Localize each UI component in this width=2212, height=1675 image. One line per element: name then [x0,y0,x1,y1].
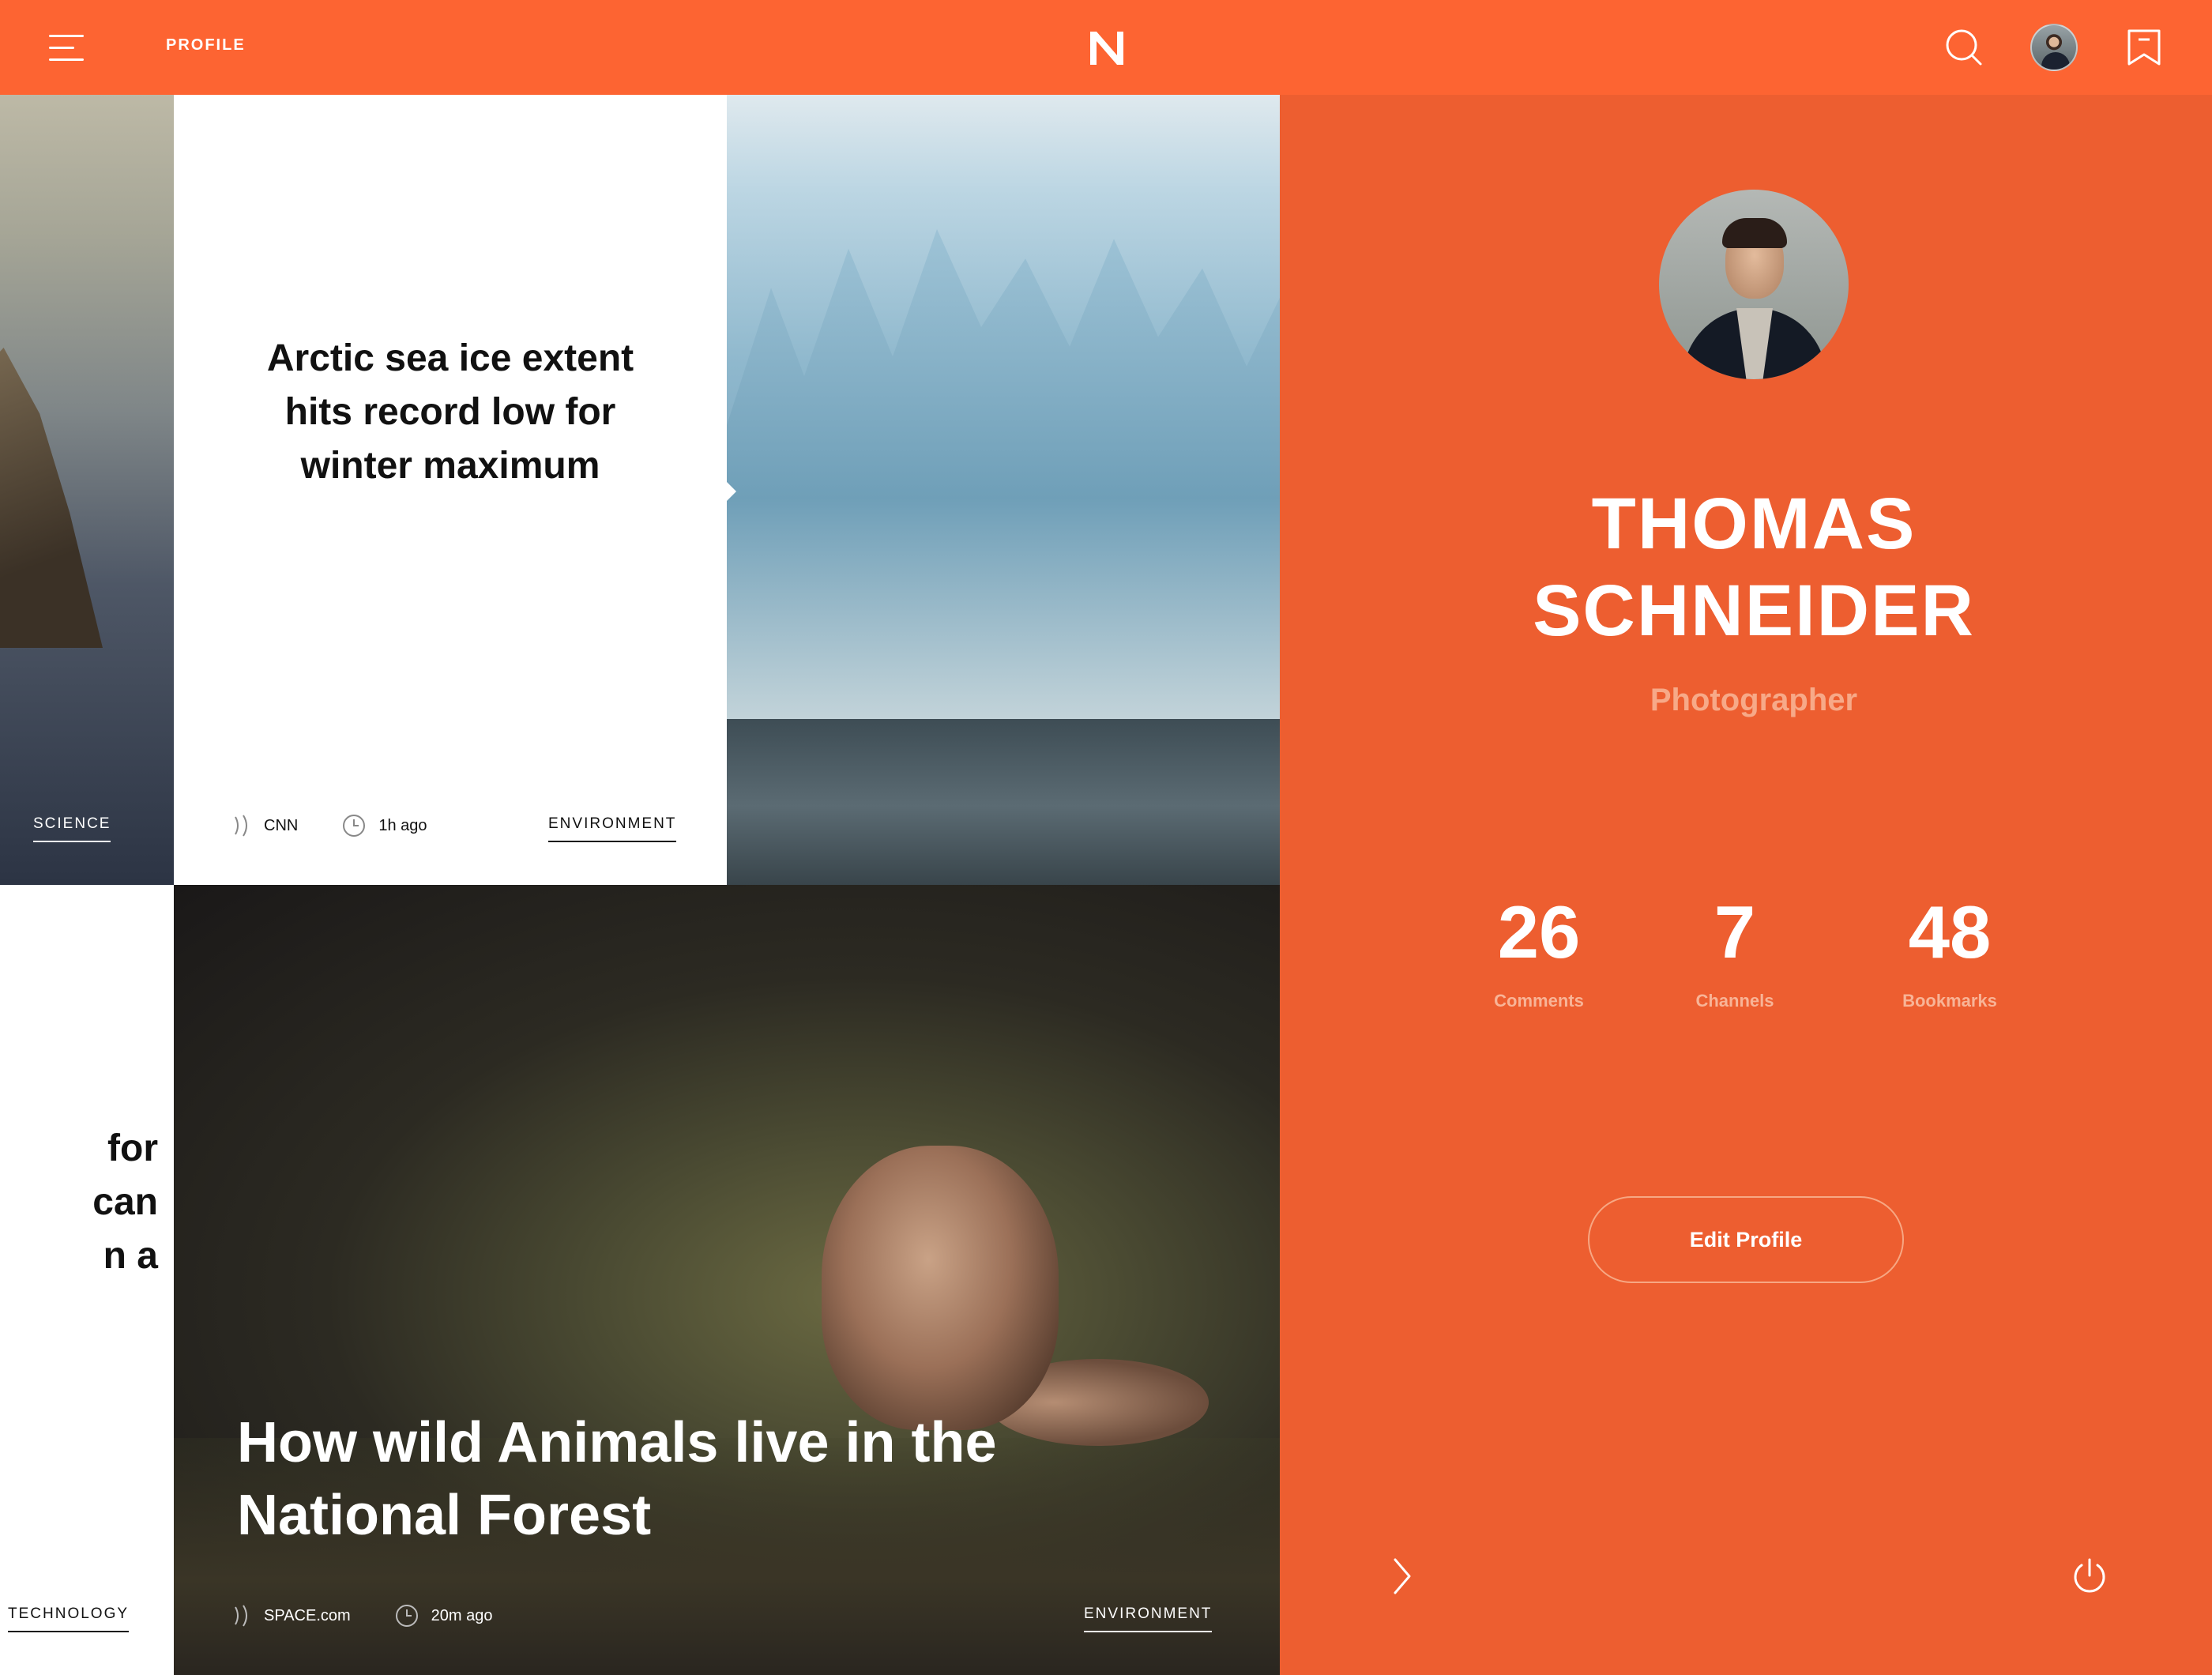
clock-icon [343,815,366,837]
card-pointer [725,480,736,502]
power-icon[interactable] [2070,1556,2109,1596]
edit-profile-button[interactable]: Edit Profile [1588,1196,1904,1283]
stat-label: Comments [1494,991,1584,1011]
fox-image [822,1146,1059,1430]
technology-article-card[interactable]: for can n a TECHNOLOGY [0,885,174,1675]
source-name: CNN [264,816,299,834]
glacier-ice [727,229,1280,719]
top-bar: PROFILE [0,0,2212,95]
stat-bookmarks[interactable]: 48 Bookmarks [1847,893,2052,1011]
article-time: 20m ago [395,1604,493,1628]
user-avatar[interactable] [2030,24,2078,71]
time-ago: 20m ago [431,1606,493,1624]
science-article-card[interactable]: SCIENCE [0,95,174,885]
stat-label: Bookmarks [1902,991,1997,1011]
article-headline[interactable]: Arctic sea ice extent hits record low fo… [229,332,672,493]
rss-source-icon [235,815,247,837]
article-headline[interactable]: How wild Animals live in the National Fo… [237,1406,1106,1552]
app-logo[interactable] [1087,28,1127,66]
stat-value: 48 [1908,890,1992,973]
rss-source-icon [235,1605,247,1627]
article-source[interactable]: SPACE.com [232,1604,351,1628]
clock-icon [395,1605,418,1627]
profile-role: Photographer [1650,683,1858,717]
stat-value: 7 [1714,890,1756,973]
stat-value: 26 [1497,890,1581,973]
stat-comments[interactable]: 26 Comments [1436,893,1642,1011]
profile-panel: THOMAS SCHNEIDER Photographer 26 Comment… [1280,95,2212,1675]
article-meta: SPACE.com 20m ago [232,1604,537,1628]
hamburger-menu-icon[interactable] [49,35,84,62]
article-time: 1h ago [342,814,427,838]
forest-article-card[interactable]: How wild Animals live in the National Fo… [174,885,1280,1675]
cliff-image [0,348,103,648]
stat-label: Channels [1695,991,1774,1011]
category-tag[interactable]: SCIENCE [33,815,111,842]
arctic-article-card[interactable]: Arctic sea ice extent hits record low fo… [174,95,727,885]
category-tag[interactable]: TECHNOLOGY [8,1605,130,1632]
search-icon[interactable] [1945,28,1983,66]
chevron-right-icon[interactable] [1390,1556,1414,1596]
article-headline[interactable]: for can n a [0,1122,158,1283]
source-name: SPACE.com [264,1606,351,1624]
article-meta: CNN 1h ago [232,814,472,838]
bookmark-icon[interactable] [2127,28,2161,66]
time-ago: 1h ago [378,816,427,834]
category-tag[interactable]: ENVIRONMENT [1084,1605,1213,1632]
profile-avatar[interactable] [1659,190,1849,379]
category-tag[interactable]: ENVIRONMENT [548,815,677,842]
profile-name: THOMAS SCHNEIDER [1533,484,1975,651]
stat-channels[interactable]: 7 Channels [1632,893,1838,1011]
section-label: PROFILE [166,36,246,54]
article-source[interactable]: CNN [232,814,298,838]
glacier-image[interactable] [727,95,1280,885]
